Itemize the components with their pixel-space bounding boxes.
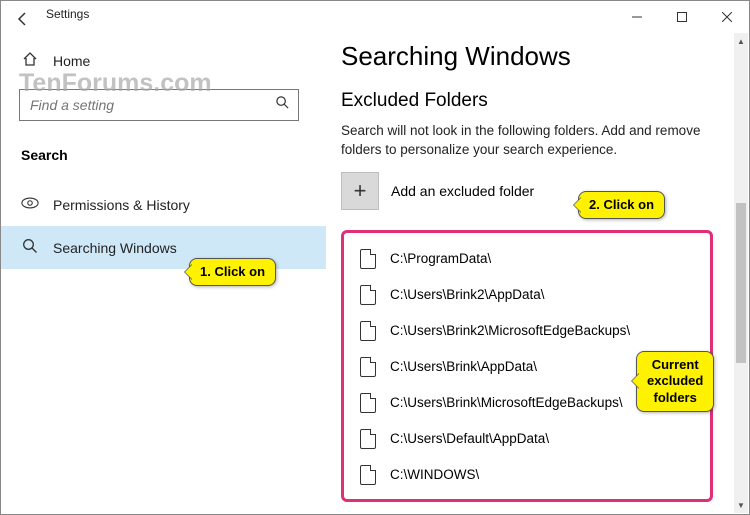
search-icon <box>275 95 290 115</box>
scroll-up-arrow[interactable]: ▲ <box>734 33 748 49</box>
scroll-thumb[interactable] <box>736 203 746 363</box>
plus-icon: + <box>354 178 367 204</box>
back-button[interactable] <box>11 7 35 31</box>
section-description: Search will not look in the following fo… <box>341 122 749 160</box>
nav-label: Searching Windows <box>53 240 177 256</box>
callout-2: 2. Click on <box>578 191 665 219</box>
add-folder-button[interactable]: + <box>341 172 379 210</box>
folder-icon <box>360 465 376 485</box>
section-heading: Excluded Folders <box>341 90 749 112</box>
callout-1: 1. Click on <box>189 258 276 286</box>
home-icon <box>21 51 39 71</box>
folder-item[interactable]: C:\WINDOWS\ <box>350 457 704 493</box>
vertical-scrollbar[interactable]: ▲ ▼ <box>734 33 748 513</box>
home-nav[interactable]: Home <box>1 43 326 79</box>
nav-label: Permissions & History <box>53 197 190 213</box>
main-content: Searching Windows Excluded Folders Searc… <box>326 33 749 514</box>
scroll-down-arrow[interactable]: ▼ <box>734 497 748 513</box>
folder-path: C:\WINDOWS\ <box>390 467 479 482</box>
folder-path: C:\ProgramData\ <box>390 251 491 266</box>
search-nav-icon <box>21 238 39 257</box>
window-title: Settings <box>46 7 89 21</box>
add-folder-label: Add an excluded folder <box>391 183 534 199</box>
find-setting-searchbox[interactable] <box>19 89 299 121</box>
nav-permissions-history[interactable]: Permissions & History <box>1 183 326 226</box>
close-button[interactable] <box>704 2 749 32</box>
add-folder-row: + Add an excluded folder <box>341 172 749 210</box>
home-label: Home <box>53 53 90 69</box>
folder-item[interactable]: C:\Users\Brink2\MicrosoftEdgeBackups\ <box>350 313 704 349</box>
folder-path: C:\Users\Brink2\AppData\ <box>390 287 545 302</box>
page-heading: Searching Windows <box>341 41 749 72</box>
minimize-button[interactable] <box>614 2 659 32</box>
folder-path: C:\Users\Brink2\MicrosoftEdgeBackups\ <box>390 323 630 338</box>
folder-icon <box>360 429 376 449</box>
category-heading: Search <box>1 139 326 171</box>
find-setting-input[interactable] <box>30 97 275 113</box>
permissions-icon <box>21 195 39 214</box>
maximize-button[interactable] <box>659 2 704 32</box>
folder-path: C:\Users\Brink\MicrosoftEdgeBackups\ <box>390 395 623 410</box>
titlebar: Settings <box>1 1 749 33</box>
settings-window: Settings Home Search <box>0 0 750 515</box>
callout-3: Current excluded folders <box>636 351 714 412</box>
folder-icon <box>360 285 376 305</box>
folder-icon <box>360 393 376 413</box>
folder-path: C:\Users\Default\AppData\ <box>390 431 549 446</box>
folder-item[interactable]: C:\Users\Brink2\AppData\ <box>350 277 704 313</box>
folder-path: C:\Users\Brink\AppData\ <box>390 359 537 374</box>
folder-icon <box>360 249 376 269</box>
folder-item[interactable]: C:\ProgramData\ <box>350 241 704 277</box>
sidebar: Home Search Permissions & History <box>1 33 326 514</box>
nav-searching-windows[interactable]: Searching Windows <box>1 226 326 269</box>
folder-icon <box>360 357 376 377</box>
folder-icon <box>360 321 376 341</box>
folder-item[interactable]: C:\Users\Default\AppData\ <box>350 421 704 457</box>
